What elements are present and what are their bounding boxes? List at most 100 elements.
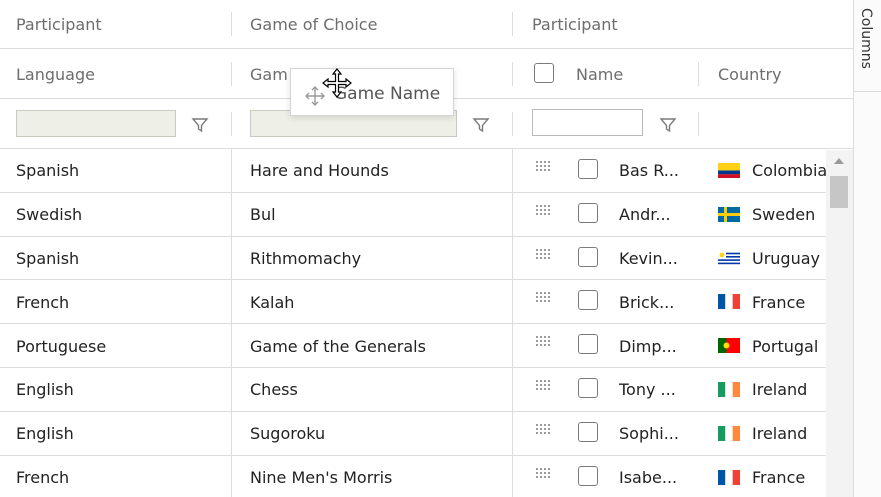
column-header-name[interactable]: Name xyxy=(576,49,686,99)
row-select-checkbox[interactable] xyxy=(578,290,598,311)
table-row[interactable]: Portuguese Game of the Generals Dimp... Por… xyxy=(0,324,853,368)
column-header-game-placeholder[interactable]: Gam xyxy=(250,49,290,99)
cell-name[interactable]: Isabe... xyxy=(619,456,694,497)
scroll-thumb[interactable] xyxy=(830,176,848,208)
cell-language[interactable]: French xyxy=(16,280,226,324)
cell-name[interactable]: Brick... xyxy=(619,280,694,324)
column-divider xyxy=(231,411,232,456)
cell-text: Portugal xyxy=(752,336,819,356)
column-divider xyxy=(512,112,513,136)
cell-name[interactable]: Andr... xyxy=(619,193,694,237)
cell-game[interactable]: Game of the Generals xyxy=(250,324,505,368)
column-header-label: Language xyxy=(16,64,95,84)
column-divider xyxy=(512,455,513,497)
cell-text: France xyxy=(752,292,806,312)
column-divider xyxy=(512,192,513,237)
column-group-game-of-choice[interactable]: Game of Choice xyxy=(250,0,505,49)
cell-country[interactable]: Uruguay xyxy=(752,237,826,281)
cell-text: Sugoroku xyxy=(250,424,326,444)
cell-name[interactable]: Sophi... xyxy=(619,412,694,456)
row-drag-handle-icon[interactable] xyxy=(536,248,552,261)
row-drag-handle-icon[interactable] xyxy=(536,467,552,480)
cell-text: Rithmomachy xyxy=(250,248,362,268)
row-select-checkbox[interactable] xyxy=(578,159,598,179)
cell-language[interactable]: Swedish xyxy=(16,193,226,237)
column-divider xyxy=(231,280,232,325)
filter-funnel-icon[interactable] xyxy=(659,116,677,134)
row-drag-handle-icon[interactable] xyxy=(536,292,552,304)
select-all-checkbox[interactable] xyxy=(534,63,554,83)
table-row[interactable]: English Chess Tony ... Ireland xyxy=(0,368,853,412)
cell-name[interactable]: Dimp... xyxy=(619,324,694,368)
column-divider xyxy=(512,411,513,456)
cell-country[interactable]: France xyxy=(752,280,826,324)
row-drag-handle-icon[interactable] xyxy=(536,380,552,392)
language-filter-input[interactable] xyxy=(16,110,176,137)
column-divider xyxy=(231,236,232,281)
cell-name[interactable]: Bas R... xyxy=(619,149,694,193)
cell-text: Colombia xyxy=(752,161,826,181)
cell-text: Ireland xyxy=(752,380,808,400)
table-row[interactable]: Spanish Hare and Hounds Bas R... Colombia xyxy=(0,149,853,193)
row-drag-handle-icon[interactable] xyxy=(536,336,552,348)
cell-text: Game of the Generals xyxy=(250,336,426,356)
column-divider xyxy=(512,62,513,86)
table-row[interactable]: Swedish Bul Andr... Sweden xyxy=(0,193,853,237)
cell-country[interactable]: Sweden xyxy=(752,193,826,237)
cell-language[interactable]: English xyxy=(16,412,226,456)
row-drag-handle-icon[interactable] xyxy=(536,204,552,217)
cell-country[interactable]: Ireland xyxy=(752,368,826,412)
filter-funnel-icon[interactable] xyxy=(472,116,490,134)
columns-tool-tab[interactable]: Columns xyxy=(854,0,881,92)
column-group-label: Game of Choice xyxy=(250,15,378,34)
cell-name[interactable]: Kevin... xyxy=(619,237,694,281)
row-select-checkbox[interactable] xyxy=(578,465,598,486)
scroll-up-arrow-icon[interactable] xyxy=(834,158,844,164)
row-select-checkbox[interactable] xyxy=(578,378,598,398)
cell-country[interactable]: Portugal xyxy=(752,324,826,368)
cell-text: Brick... xyxy=(619,292,675,312)
row-select-checkbox[interactable] xyxy=(578,334,598,355)
cell-language[interactable]: French xyxy=(16,456,226,497)
cell-country[interactable]: Ireland xyxy=(752,412,826,456)
column-divider xyxy=(231,12,232,36)
column-header-country[interactable]: Country xyxy=(718,49,828,99)
cell-game[interactable]: Chess xyxy=(250,368,505,412)
cell-language[interactable]: English xyxy=(16,368,226,412)
table-row[interactable]: English Sugoroku Sophi... Ireland xyxy=(0,412,853,456)
cell-game[interactable]: Hare and Hounds xyxy=(250,149,505,193)
column-divider xyxy=(231,368,232,412)
cell-name[interactable]: Tony ... xyxy=(619,368,694,412)
cell-country[interactable]: Colombia xyxy=(752,149,826,193)
cell-game[interactable]: Rithmomachy xyxy=(250,237,505,281)
row-select-checkbox[interactable] xyxy=(578,246,598,267)
row-drag-handle-icon[interactable] xyxy=(536,161,552,173)
cell-text: English xyxy=(16,424,74,444)
cell-game[interactable]: Sugoroku xyxy=(250,412,505,456)
name-filter-input[interactable] xyxy=(532,109,643,136)
column-group-participant-2[interactable]: Participant xyxy=(532,0,832,49)
cell-language[interactable]: Spanish xyxy=(16,237,226,281)
table-row[interactable]: French Kalah Brick... France xyxy=(0,280,853,324)
france-flag-icon xyxy=(718,294,740,310)
cell-game[interactable]: Bul xyxy=(250,193,505,237)
cell-country[interactable]: France xyxy=(752,456,826,497)
cell-game[interactable]: Kalah xyxy=(250,280,505,324)
cell-language[interactable]: Spanish xyxy=(16,149,226,193)
cell-text: Andr... xyxy=(619,205,671,225)
row-select-checkbox[interactable] xyxy=(578,421,598,442)
vertical-scrollbar[interactable] xyxy=(826,150,853,497)
row-select-checkbox[interactable] xyxy=(578,202,598,223)
column-divider xyxy=(512,236,513,281)
cell-language[interactable]: Portuguese xyxy=(16,324,226,368)
cell-text: Ireland xyxy=(752,424,808,444)
filter-funnel-icon[interactable] xyxy=(191,116,209,134)
row-drag-handle-icon[interactable] xyxy=(536,423,552,436)
column-group-participant-1[interactable]: Participant xyxy=(16,0,226,49)
table-row[interactable]: Spanish Rithmomachy Kevin... Uruguay xyxy=(0,237,853,281)
cell-game[interactable]: Nine Men's Morris xyxy=(250,456,505,497)
table-row[interactable]: French Nine Men's Morris Isabe... France xyxy=(0,456,853,497)
column-header-language[interactable]: Language xyxy=(16,49,226,99)
cell-text: Dimp... xyxy=(619,336,677,356)
colombia-flag-icon xyxy=(718,163,740,178)
